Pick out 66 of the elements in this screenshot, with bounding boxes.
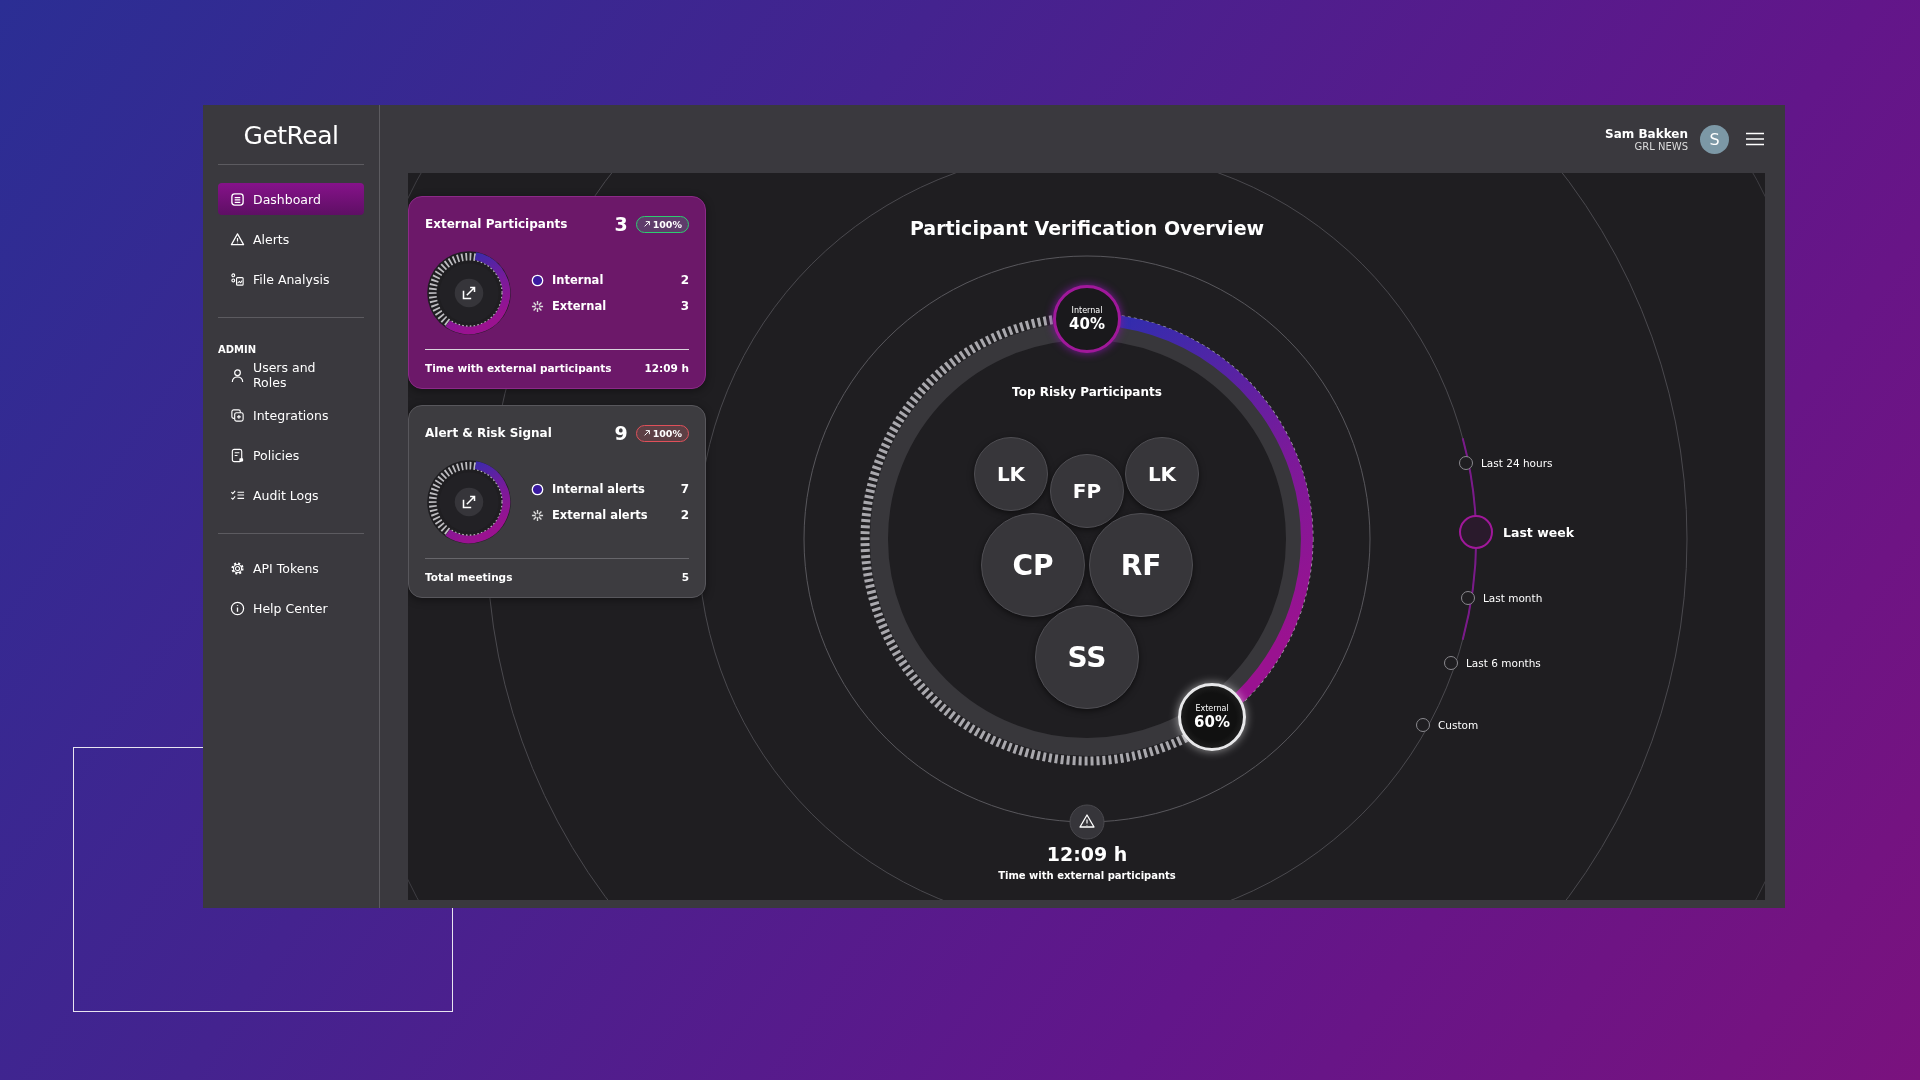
document-icon [230, 447, 245, 463]
legend-label: Internal alerts [552, 482, 646, 496]
warning-icon [230, 231, 245, 247]
sidebar-item[interactable]: Users and Roles [218, 359, 364, 391]
legend-label: External alerts [552, 508, 649, 522]
sidebar-item[interactable]: Alerts [218, 223, 364, 255]
card-title: Alert & Risk Signal [425, 426, 553, 440]
card-title: External Participants [425, 217, 569, 231]
sidebar-item[interactable]: File Analysis [218, 263, 364, 295]
legend-value: 3 [680, 299, 689, 313]
external-share-bubble: External 60% [1178, 683, 1246, 751]
info-icon [230, 600, 245, 616]
legend-starburst-icon [531, 299, 544, 313]
time-range-option[interactable]: Last month [1461, 591, 1543, 605]
footer-value: 5 [681, 571, 689, 583]
legend-circle-icon [531, 273, 544, 287]
organization-name: GRL NEWS [1634, 140, 1688, 152]
time-range-option[interactable]: Last 24 hours [1459, 456, 1553, 470]
warning-icon [1069, 804, 1105, 840]
participant-bubble[interactable]: CP [981, 513, 1085, 617]
section-heading: ADMIN [218, 344, 258, 355]
participant-bubble[interactable]: RF [1089, 513, 1193, 617]
legend-circle-icon [531, 482, 544, 496]
file-analysis-icon [230, 271, 245, 287]
overview-title: Participant Verification Overview [908, 217, 1266, 239]
sidebar-item[interactable]: Integrations [218, 399, 364, 431]
legend-value: 2 [680, 508, 689, 522]
time-range-option[interactable]: Custom [1416, 718, 1479, 732]
legend-value: 2 [680, 273, 689, 287]
trend-badge: 100% [635, 215, 689, 233]
time-value: 12:09 h [1045, 843, 1129, 865]
internal-share-bubble: Internal 40% [1053, 285, 1121, 353]
sidebar-item[interactable]: Audit Logs [218, 479, 364, 511]
card-count: 9 [614, 422, 628, 444]
legend-label: Internal [552, 273, 605, 287]
footer-label: Total meetings [425, 571, 513, 583]
legend-label: External [552, 299, 608, 313]
legend-value: 7 [680, 482, 689, 496]
copy-plus-icon [230, 407, 245, 423]
participant-bubble[interactable]: LK [974, 437, 1048, 511]
user-name: Sam Bakken [1605, 126, 1688, 141]
sidebar-item[interactable]: Policies [218, 439, 364, 471]
trend-badge: 100% [635, 424, 689, 442]
footer-value: 12:09 h [644, 362, 689, 374]
participant-bubble[interactable]: FP [1050, 454, 1124, 528]
section-title: Top Risky Participants [1011, 385, 1163, 399]
participant-bubble[interactable]: SS [1035, 605, 1139, 709]
stat-card[interactable]: Alert & Risk Signal 9 100% Internal alerts 7 External alerts 2 Total meetings 5 [408, 405, 706, 598]
user-icon [230, 367, 245, 383]
stat-card[interactable]: External Participants 3 100% Internal 2 External 3 Time with external participants 12:09 h [408, 196, 706, 389]
sidebar-item[interactable]: Help Center [218, 592, 364, 624]
card-count: 3 [614, 213, 628, 235]
trend-arrow-icon [642, 429, 651, 437]
sidebar-item[interactable]: Dashboard [218, 183, 364, 215]
time-caption: Time with external participants [997, 870, 1177, 881]
sidebar-item[interactable]: API Tokens [218, 552, 364, 584]
footer-label: Time with external participants [425, 362, 612, 374]
legend-starburst-icon [531, 508, 544, 522]
list-icon [230, 191, 245, 207]
time-range-option[interactable]: Last week [1459, 515, 1574, 549]
participant-bubble[interactable]: LK [1125, 437, 1199, 511]
trend-arrow-icon [642, 220, 651, 228]
settings-icon [230, 560, 245, 576]
time-range-option[interactable]: Last 6 months [1444, 656, 1541, 670]
menu-icon[interactable] [1745, 132, 1765, 146]
logo: GetReal [242, 120, 340, 152]
